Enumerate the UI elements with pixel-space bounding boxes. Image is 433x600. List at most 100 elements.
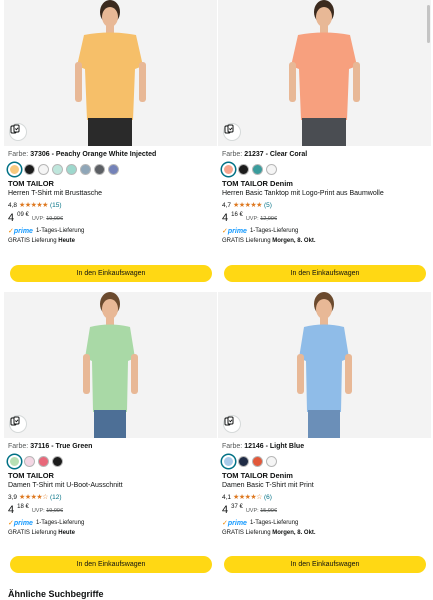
prime-delivery-text: 1-Tages-Lieferung: [35, 228, 85, 234]
color-value: 37306 - Peachy Orange White Injected: [30, 151, 157, 158]
product-title[interactable]: Herren T-Shirt mit Brusttasche: [8, 189, 213, 199]
prime-logo-text: prime: [13, 520, 33, 527]
add-to-cart-button[interactable]: In den Einkaufswagen: [224, 265, 426, 282]
color-line: Farbe: 37116 - True Green: [8, 442, 213, 452]
color-swatch[interactable]: [252, 164, 263, 175]
prime-logo-text: prime: [13, 228, 33, 235]
color-swatch[interactable]: [108, 164, 119, 175]
color-swatch[interactable]: [52, 164, 63, 175]
rating-value: 4,8: [8, 201, 18, 209]
product-image: [4, 292, 217, 438]
shipping-date: Morgen, 8. Okt.: [272, 530, 316, 536]
rating-row[interactable]: 4,1 ★★★★☆ (6): [222, 492, 427, 502]
color-swatch[interactable]: [266, 164, 277, 175]
product-title[interactable]: Damen T-Shirt mit U-Boot-Ausschnitt: [8, 481, 213, 491]
product-image-frame[interactable]: [218, 0, 431, 146]
color-swatch[interactable]: [222, 455, 235, 468]
product-info: Farbe: 21237 - Clear Coral TOM TAILOR De…: [222, 150, 427, 246]
product-card[interactable]: Farbe: 21237 - Clear Coral TOM TAILOR De…: [218, 0, 431, 290]
shipping-line: GRATIS Lieferung Morgen, 8. Okt.: [222, 236, 427, 246]
shipping-prefix: GRATIS Lieferung: [8, 530, 57, 536]
shipping-date: Heute: [58, 238, 75, 244]
product-title[interactable]: Damen Basic T-Shirt mit Print: [222, 481, 427, 491]
add-to-cart-button[interactable]: In den Einkaufswagen: [10, 265, 212, 282]
price-integer: 4: [8, 212, 15, 224]
uvp-label: UVP:: [245, 508, 259, 514]
color-swatch[interactable]: [24, 164, 35, 175]
color-line: Farbe: 21237 - Clear Coral: [222, 150, 427, 160]
rating-row[interactable]: 4,8 ★★★★★ (15): [8, 200, 213, 210]
product-image-frame[interactable]: [4, 0, 217, 146]
shipping-line: GRATIS Lieferung Heute: [8, 528, 213, 538]
prime-logo-icon: ✓prime: [222, 520, 247, 527]
compare-icon[interactable]: [10, 416, 26, 432]
color-value: 37116 - True Green: [30, 443, 93, 450]
compare-icon[interactable]: [224, 124, 240, 140]
color-label: Farbe:: [8, 443, 29, 450]
compare-icon[interactable]: [10, 124, 26, 140]
color-label: Farbe:: [222, 443, 243, 450]
uvp-label: UVP:: [31, 216, 45, 222]
review-count[interactable]: (12): [50, 494, 62, 501]
color-swatch[interactable]: [80, 164, 91, 175]
product-info: Farbe: 37306 - Peachy Orange White Injec…: [8, 150, 213, 246]
shipping-line: GRATIS Lieferung Morgen, 8. Okt.: [222, 528, 427, 538]
color-swatches: [8, 455, 213, 468]
star-rating-icon: ★★★★★: [233, 202, 262, 209]
color-swatch[interactable]: [8, 163, 21, 176]
price-cents: 09 €: [17, 212, 29, 218]
prime-row: ✓prime 1-Tages-Lieferung: [222, 518, 427, 528]
list-price: UVP: 19,99€: [32, 506, 63, 516]
color-label: Farbe:: [8, 151, 29, 158]
rating-value: 4,1: [222, 493, 232, 501]
brand-name: TOM TAILOR Denim: [222, 471, 293, 480]
rating-row[interactable]: 4,7 ★★★★★ (5): [222, 200, 427, 210]
color-swatch[interactable]: [8, 455, 21, 468]
product-card[interactable]: Farbe: 37116 - True Green TOM TAILOR Dam…: [4, 292, 217, 582]
price-cents: 18 €: [17, 504, 29, 510]
product-card[interactable]: Farbe: 37306 - Peachy Orange White Injec…: [4, 0, 217, 290]
review-count[interactable]: (15): [50, 202, 62, 209]
color-swatch[interactable]: [24, 456, 35, 467]
add-to-cart-button[interactable]: In den Einkaufswagen: [224, 556, 426, 573]
shipping-prefix: GRATIS Lieferung: [222, 238, 271, 244]
uvp-value: 12,99€: [260, 216, 278, 222]
scrollbar[interactable]: [427, 5, 430, 43]
product-image: [218, 0, 431, 146]
price-row: 4 37 € UVP: 15,99€: [222, 504, 427, 517]
color-swatch[interactable]: [38, 456, 49, 467]
uvp-label: UVP:: [245, 216, 259, 222]
shipping-line: GRATIS Lieferung Heute: [8, 236, 213, 246]
review-count[interactable]: (6): [264, 494, 272, 501]
color-swatch[interactable]: [52, 456, 63, 467]
color-swatch[interactable]: [238, 164, 249, 175]
color-swatch[interactable]: [38, 164, 49, 175]
uvp-value: 15,99€: [260, 508, 278, 514]
prime-delivery-text: 1-Tages-Lieferung: [35, 520, 85, 526]
product-title[interactable]: Herren Basic Tanktop mit Logo-Print aus …: [222, 189, 427, 199]
product-card[interactable]: Farbe: 12146 - Light Blue TOM TAILOR Den…: [218, 292, 431, 582]
color-swatch[interactable]: [252, 456, 263, 467]
product-info: Farbe: 12146 - Light Blue TOM TAILOR Den…: [222, 442, 427, 538]
rating-row[interactable]: 3,9 ★★★★☆ (12): [8, 492, 213, 502]
brand-name: TOM TAILOR Denim: [222, 179, 293, 188]
compare-icon[interactable]: [224, 416, 240, 432]
color-swatch[interactable]: [222, 163, 235, 176]
shipping-prefix: GRATIS Lieferung: [8, 238, 57, 244]
color-value: 12146 - Light Blue: [244, 443, 305, 450]
review-count[interactable]: (5): [264, 202, 272, 209]
price-integer: 4: [222, 504, 229, 516]
color-swatch[interactable]: [266, 456, 277, 467]
add-to-cart-button[interactable]: In den Einkaufswagen: [10, 556, 212, 573]
color-swatch[interactable]: [66, 164, 77, 175]
color-swatches: [8, 163, 213, 176]
price-cents: 16 €: [231, 212, 243, 218]
product-image-frame[interactable]: [4, 292, 217, 438]
color-swatch[interactable]: [94, 164, 105, 175]
product-image-frame[interactable]: [218, 292, 431, 438]
list-price: UVP: 15,99€: [246, 506, 277, 516]
color-line: Farbe: 12146 - Light Blue: [222, 442, 427, 452]
color-swatch[interactable]: [238, 456, 249, 467]
color-value: 21237 - Clear Coral: [244, 151, 308, 158]
shipping-prefix: GRATIS Lieferung: [222, 530, 271, 536]
